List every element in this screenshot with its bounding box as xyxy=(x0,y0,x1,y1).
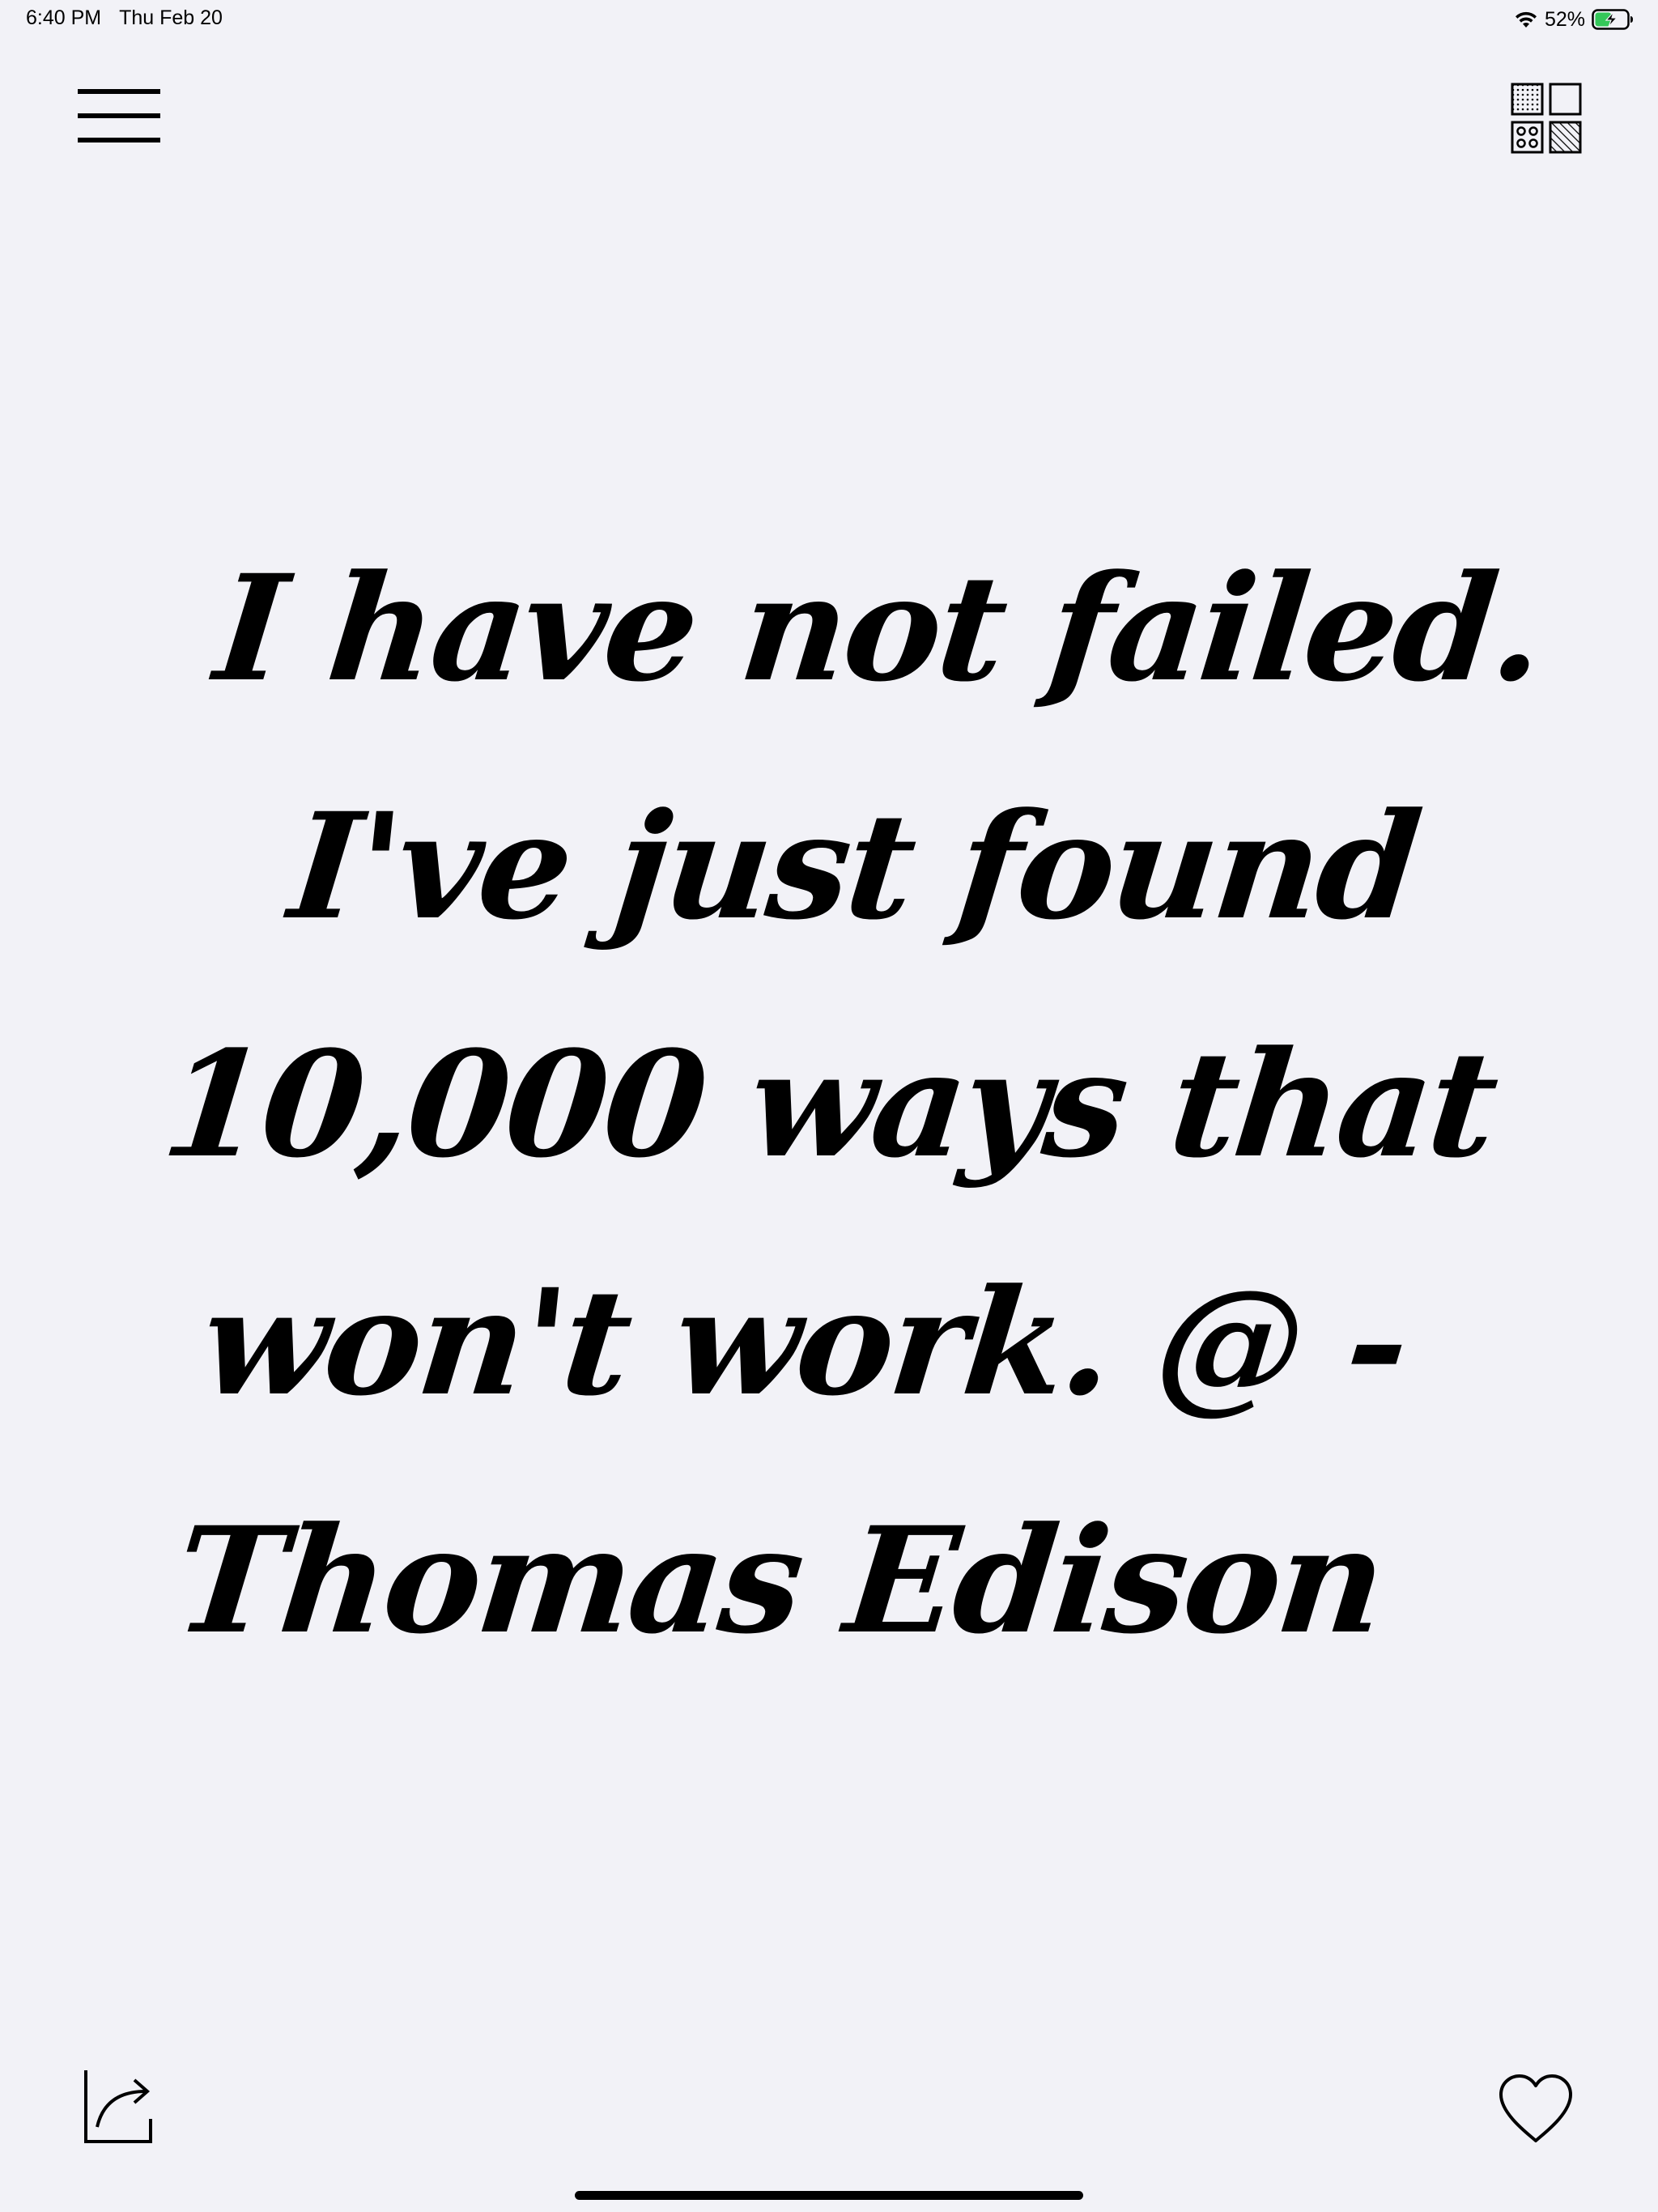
wifi-icon xyxy=(1515,11,1537,28)
favorite-button[interactable] xyxy=(1496,2073,1575,2146)
battery-icon xyxy=(1592,9,1634,30)
status-bar: 6:40 PM Thu Feb 20 52% xyxy=(0,0,1658,39)
status-time: 6:40 PM xyxy=(26,6,102,29)
status-date: Thu Feb 20 xyxy=(119,6,223,29)
themes-button[interactable] xyxy=(1511,83,1582,154)
quote-container: I have not failed. I've just found 10,00… xyxy=(0,486,1658,1700)
battery-percentage: 52% xyxy=(1544,7,1585,31)
menu-button[interactable] xyxy=(78,84,160,149)
home-indicator[interactable] xyxy=(575,2191,1083,2200)
quote-screen: 6:40 PM Thu Feb 20 52% I have not failed… xyxy=(0,0,1658,2212)
heart-icon xyxy=(1499,2074,1572,2142)
pattern-grid-icon xyxy=(1511,83,1582,154)
share-icon xyxy=(84,2070,152,2143)
quote-text: I have not failed. I've just found 10,00… xyxy=(155,543,1550,1666)
status-indicators: 52% xyxy=(1514,6,1634,32)
status-time-date: 6:40 PM Thu Feb 20 xyxy=(26,6,223,30)
share-button[interactable] xyxy=(81,2069,157,2145)
